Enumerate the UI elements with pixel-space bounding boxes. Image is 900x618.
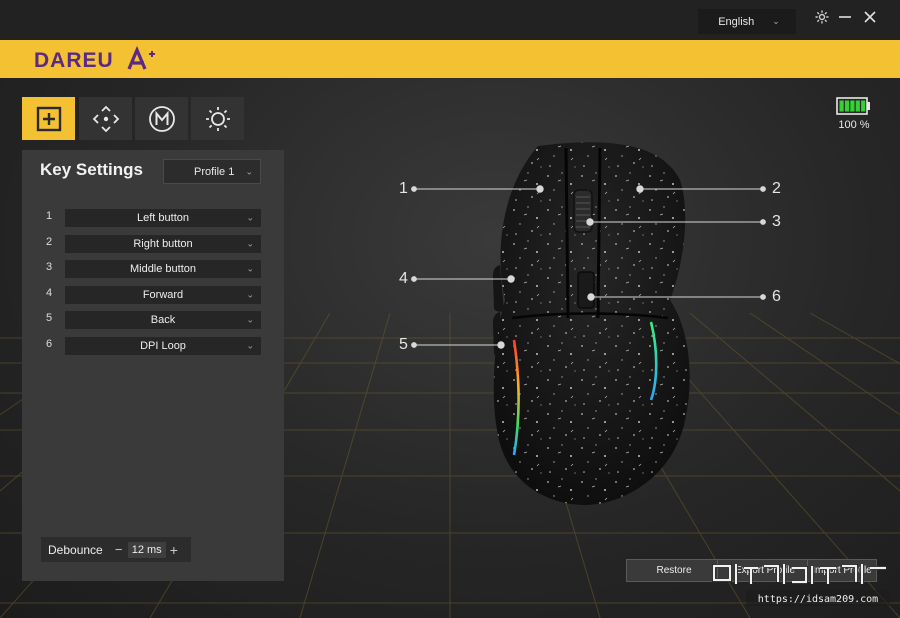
restore-button[interactable]: Restore (626, 559, 722, 582)
export-profile-button[interactable]: Export Profile (717, 559, 813, 582)
callout-label-2: 2 (772, 180, 781, 197)
callout-label-5: 5 (399, 336, 408, 353)
callout-label-4: 4 (399, 270, 408, 287)
import-profile-button[interactable]: Import Profile (807, 559, 877, 582)
callout-label-3: 3 (772, 213, 781, 230)
mouse-image (411, 142, 766, 505)
callout-label-1: 1 (399, 180, 408, 197)
callout-label-6: 6 (772, 288, 781, 305)
